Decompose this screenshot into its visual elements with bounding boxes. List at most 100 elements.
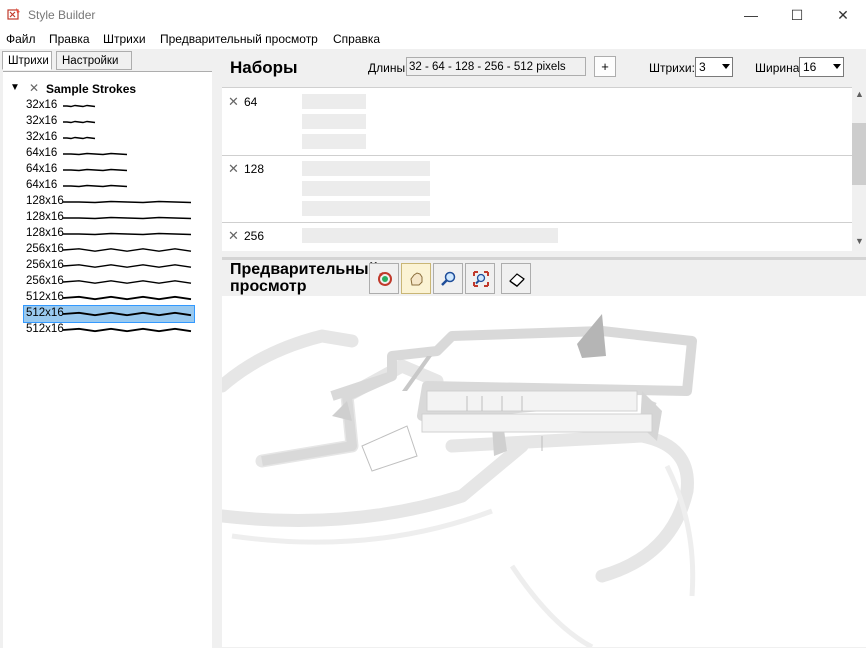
stroke-size-label: 32x16	[26, 131, 58, 143]
stroke-list-item[interactable]: 256x16	[24, 242, 192, 258]
strokes-count-value: 3	[699, 60, 706, 74]
eraser-button[interactable]	[501, 263, 531, 294]
stroke-preview-line	[63, 104, 96, 108]
stroke-list-item[interactable]: 256x16	[24, 274, 192, 290]
zoom-extents-button[interactable]	[465, 263, 495, 294]
scroll-thumb[interactable]	[852, 123, 866, 185]
stroke-list-item[interactable]: 32x16	[24, 114, 192, 130]
stroke-slot[interactable]	[302, 114, 366, 129]
stroke-size-label: 32x16	[26, 115, 58, 127]
minimize-button[interactable]: —	[728, 0, 774, 30]
menu-file[interactable]: Файл	[6, 32, 36, 46]
stroke-size-label: 256x16	[26, 243, 64, 255]
sets-title: Наборы	[230, 58, 298, 77]
stroke-slot[interactable]	[302, 134, 366, 149]
close-button[interactable]: ✕	[820, 0, 866, 30]
delete-set-icon[interactable]: ✕	[228, 94, 239, 110]
chevron-down-icon	[722, 64, 730, 69]
stroke-list-item[interactable]: 128x16	[24, 210, 192, 226]
orbit-button[interactable]	[369, 263, 399, 294]
set-row[interactable]: ✕ 64	[222, 88, 852, 156]
eraser-icon	[509, 273, 525, 287]
stroke-list-item[interactable]: 128x16	[24, 194, 192, 210]
stroke-slot[interactable]	[302, 228, 558, 243]
collapse-toggle-icon[interactable]: ▼	[10, 82, 20, 93]
stroke-preview-line	[63, 136, 96, 140]
stroke-list-item[interactable]: 512x16	[24, 322, 192, 338]
stroke-size-label: 512x16	[26, 291, 64, 303]
width-select[interactable]: 16	[799, 57, 844, 77]
sets-scrollbar[interactable]: ▲ ▼	[852, 87, 866, 250]
stroke-size-label: 256x16	[26, 275, 64, 287]
lengths-field[interactable]: 32 - 64 - 128 - 256 - 512 pixels	[406, 57, 586, 76]
zoom-extents-icon	[473, 271, 489, 287]
set-row[interactable]: ✕ 128	[222, 155, 852, 223]
stroke-list-item[interactable]: 128x16	[24, 226, 192, 242]
stroke-preview-line	[63, 216, 192, 220]
stroke-slot[interactable]	[302, 201, 430, 216]
stroke-size-label: 512x16	[26, 307, 64, 319]
tree-root-label: Sample Strokes	[46, 82, 137, 96]
stroke-slot[interactable]	[302, 161, 430, 176]
building-sketch-preview	[222, 314, 697, 647]
preview-viewport[interactable]	[222, 296, 866, 647]
zoom-button[interactable]	[433, 263, 463, 294]
scroll-up-icon[interactable]: ▲	[855, 89, 864, 99]
menu-strokes[interactable]: Штрихи	[103, 32, 146, 46]
maximize-button[interactable]: ☐	[774, 0, 820, 30]
stroke-preview-line	[63, 200, 192, 204]
stroke-list-item[interactable]: 64x16	[24, 178, 192, 194]
stroke-list-item[interactable]: 256x16	[24, 258, 192, 274]
sets-header: Наборы Длины: 32 - 64 - 128 - 256 - 512 …	[222, 49, 866, 87]
orbit-icon	[378, 272, 392, 286]
stroke-preview-line	[63, 152, 128, 156]
stroke-preview-line	[62, 327, 192, 333]
stroke-preview-line	[63, 232, 192, 236]
stroke-preview-line	[62, 248, 192, 252]
tab-strokes[interactable]: Штрихи	[2, 51, 52, 70]
zoom-icon	[441, 271, 456, 286]
stroke-list-item[interactable]: 64x16	[24, 146, 192, 162]
delete-set-icon[interactable]: ✕	[228, 161, 239, 177]
stroke-preview-line	[62, 311, 192, 317]
stroke-size-label: 64x16	[26, 163, 58, 175]
set-length: 64	[244, 95, 258, 109]
set-row[interactable]: ✕ 256	[222, 222, 852, 251]
width-value: 16	[803, 60, 817, 74]
menu-help[interactable]: Справка	[333, 32, 380, 46]
delete-x-icon[interactable]: ✕	[29, 81, 39, 95]
lengths-label: Длины:	[368, 61, 409, 75]
stroke-preview-line	[63, 168, 128, 172]
stroke-preview-line	[63, 120, 96, 124]
stroke-slot[interactable]	[302, 181, 430, 196]
add-length-button[interactable]: +	[594, 56, 616, 77]
strokes-count-select[interactable]: 3	[695, 57, 733, 77]
set-length: 256	[244, 229, 265, 243]
stroke-size-label: 64x16	[26, 179, 58, 191]
menu-edit[interactable]: Правка	[49, 32, 90, 46]
stroke-list-item[interactable]: 32x16	[24, 98, 192, 114]
chevron-down-icon	[833, 64, 841, 69]
menu-preview[interactable]: Предварительный просмотр	[160, 32, 318, 46]
stroke-preview-line	[62, 280, 192, 284]
stroke-list-item[interactable]: 64x16	[24, 162, 192, 178]
style-builder-app-icon	[7, 8, 20, 20]
stroke-preview-line	[62, 264, 192, 268]
stroke-size-label: 512x16	[26, 323, 64, 335]
stroke-preview-line	[63, 184, 128, 188]
stroke-tree: ▼ ✕ Sample Strokes 32x16 32x16 32x16 64x16 6…	[3, 71, 212, 648]
stroke-list-item[interactable]: 512x16	[23, 305, 195, 323]
stroke-list-item[interactable]: 32x16	[24, 130, 192, 146]
left-panel: Штрихи Настройки ▼ ✕ Sample Strokes 32x1…	[0, 49, 216, 648]
pan-button[interactable]	[401, 263, 431, 294]
stroke-list-item[interactable]: 512x16	[24, 290, 192, 306]
scroll-down-icon[interactable]: ▼	[855, 236, 864, 246]
title-bar: Style Builder — ☐ ✕	[0, 0, 866, 30]
stroke-size-label: 128x16	[26, 211, 64, 223]
stroke-slot[interactable]	[302, 94, 366, 109]
window-title: Style Builder	[28, 8, 96, 22]
tab-settings[interactable]: Настройки	[56, 51, 132, 70]
stroke-size-label: 128x16	[26, 195, 64, 207]
delete-set-icon[interactable]: ✕	[228, 228, 239, 244]
set-length: 128	[244, 162, 265, 176]
